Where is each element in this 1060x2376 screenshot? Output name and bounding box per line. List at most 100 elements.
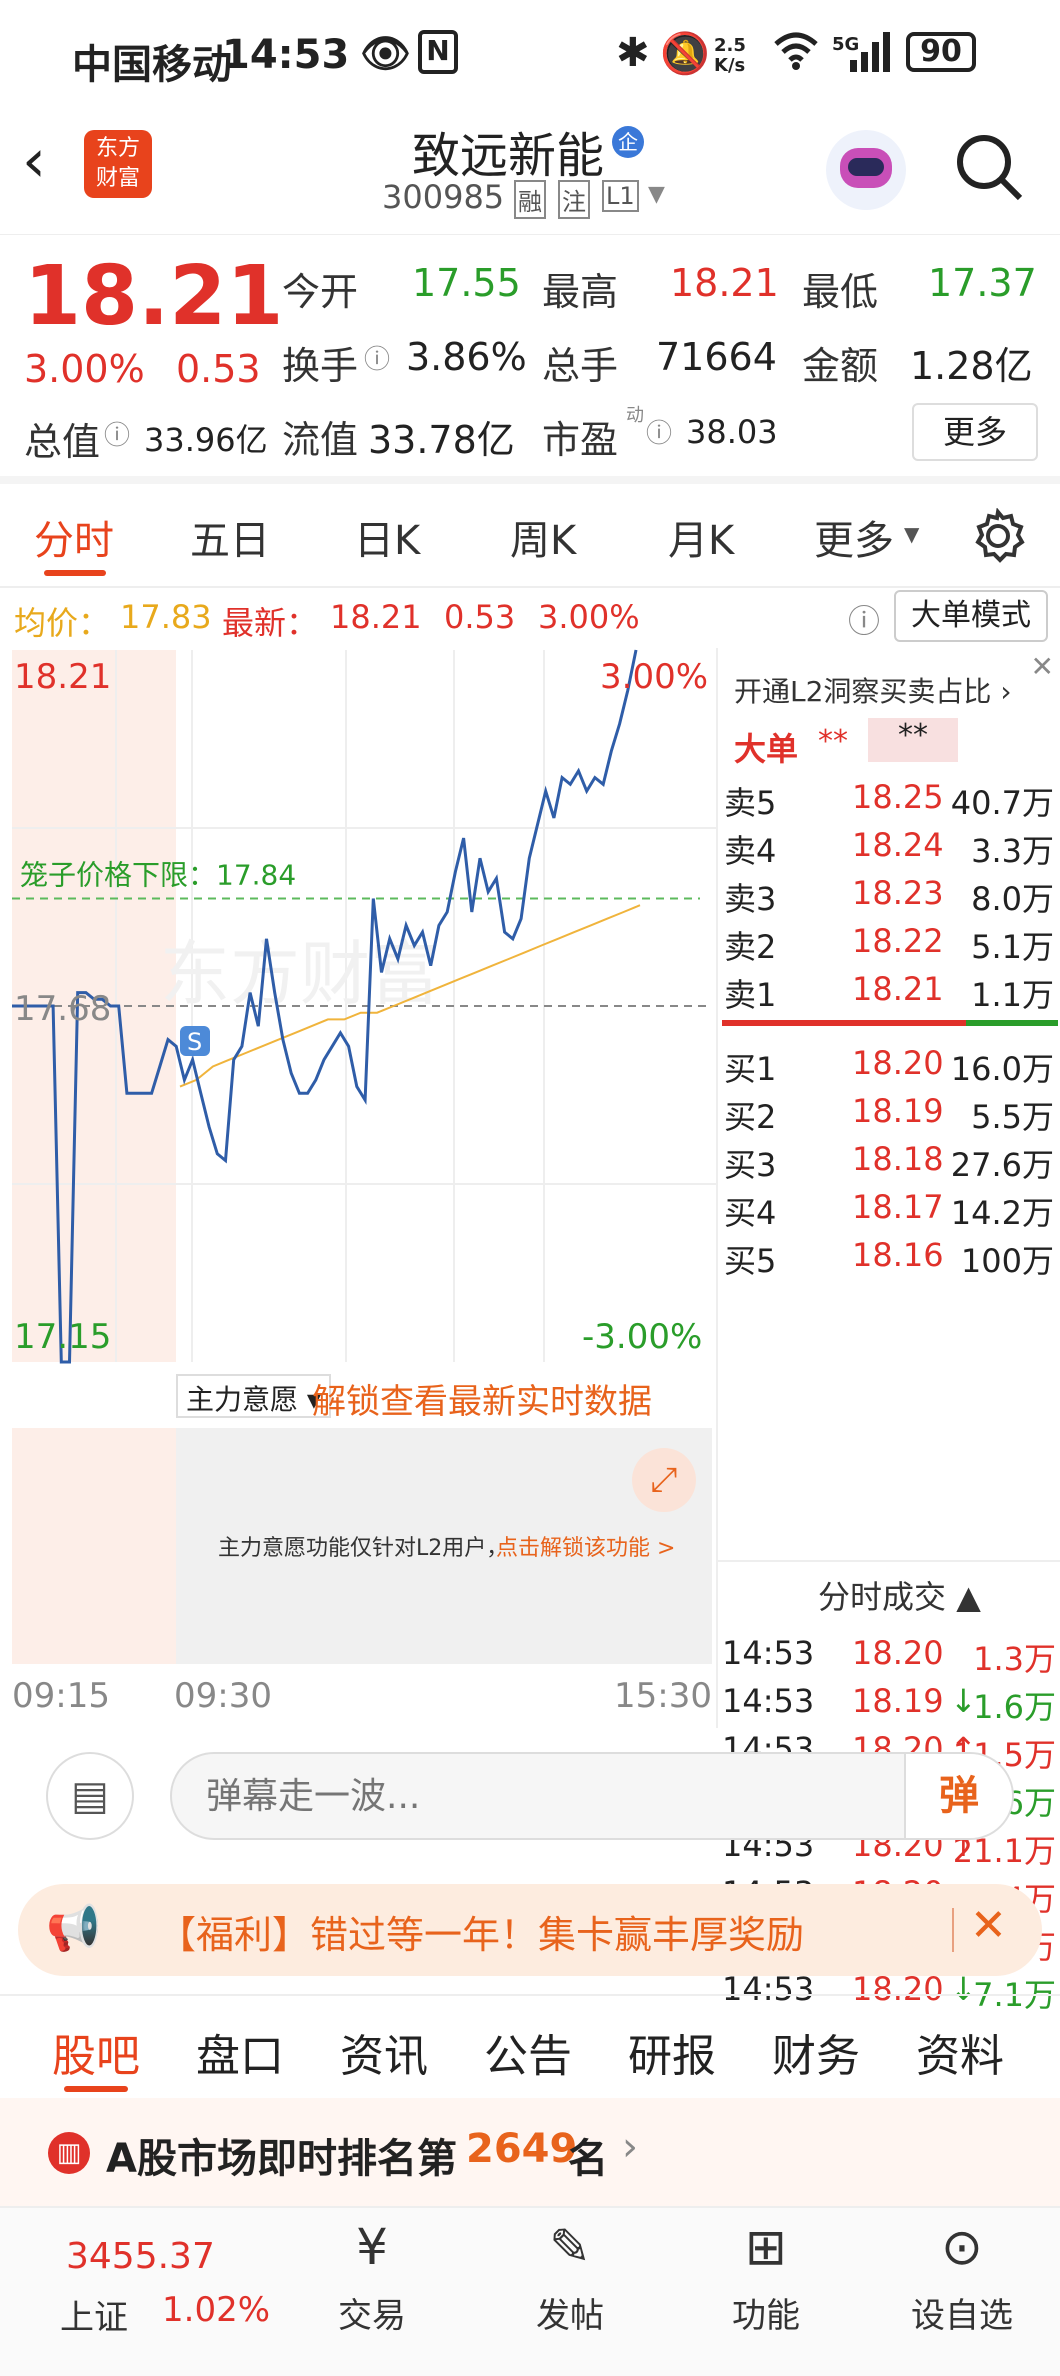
nav-post[interactable]: ✎ 发帖	[500, 2218, 640, 2337]
tab-research[interactable]: 研报	[628, 2020, 716, 2084]
ask-row[interactable]: 卖1 18.21 1.1万	[718, 966, 1060, 1014]
close-icon[interactable]: ✕	[1031, 650, 1054, 683]
info-icon[interactable]: ⓘ	[364, 339, 390, 376]
bottom-nav: 3455.37 上证 1.02% ¥ 交易 ✎ 发帖 ⊞ 功能 ⊙ 设自选	[0, 2206, 1060, 2376]
tab-profile[interactable]: 资料	[916, 2020, 1004, 2084]
trade-icon: ¥	[356, 2218, 388, 2276]
clock: 14:53	[222, 32, 350, 78]
ask-row[interactable]: 卖5 18.25 40.7万	[718, 774, 1060, 822]
speed-indicator: 2.5 K/s	[714, 35, 746, 76]
promo-banner[interactable]: 📢 【福利】错过等一年！集卡赢丰厚奖励 ✕	[18, 1884, 1042, 1976]
tick-time: 14:53	[722, 1682, 815, 1720]
l2-unlock-link[interactable]: 点击解锁该功能 >	[496, 1530, 675, 1562]
tick-row: 14:53 18.20 1.3万	[718, 1630, 1060, 1678]
more-button[interactable]: 更多	[912, 403, 1038, 461]
signal-icon	[848, 30, 892, 84]
tab-intraday[interactable]: 分时	[34, 508, 114, 566]
indicator-select[interactable]: 主力意愿 ▾	[176, 1374, 331, 1418]
ticks-title[interactable]: 分时成交 ▲	[818, 1572, 981, 1618]
danmu-input[interactable]	[206, 1768, 866, 1824]
close-icon[interactable]: ✕	[970, 1900, 1007, 1951]
ask-row[interactable]: 卖3 18.23 8.0万	[718, 870, 1060, 918]
back-button[interactable]: ‹	[22, 126, 46, 196]
banner-text: 【福利】错过等一年！集卡赢丰厚奖励	[158, 1913, 805, 1957]
search-icon[interactable]	[954, 132, 1024, 206]
rank-prefix: A股市场即时排名第	[106, 2136, 457, 2182]
index-name: 上证	[60, 2298, 128, 2338]
danmu-toolbar: ▤ 弹	[0, 1728, 1060, 1858]
avg-label: 均价：	[14, 604, 111, 642]
ask-price: 18.22	[852, 922, 944, 960]
y-max-label: 18.21	[14, 657, 111, 697]
nav-watchlist-settings[interactable]: ⊙ 设自选	[892, 2218, 1032, 2337]
tab-order-panel[interactable]: 盘口	[196, 2020, 284, 2084]
big-order-mode-button[interactable]: 大单模式	[894, 590, 1048, 642]
intraday-chart[interactable]: 东方财富 笼子价格下限：17.84 18.21 17.15 17.68 3.00…	[0, 648, 716, 1364]
ask-volume: 3.3万	[971, 832, 1054, 870]
gear-icon[interactable]	[970, 507, 1026, 568]
danmu-send-button[interactable]: 弹	[904, 1754, 1012, 1838]
rank-chart-icon: ▥	[48, 2132, 90, 2174]
amount-value: 1.28亿	[910, 344, 1033, 388]
bid-volume: 16.0万	[950, 1050, 1054, 1088]
tab-five-day[interactable]: 五日	[190, 508, 270, 566]
bid-level: 买4	[724, 1194, 777, 1232]
tick-row: 14:53 18.19 ↓ 1.6万	[718, 1678, 1060, 1726]
big-order-value-a: **	[818, 724, 848, 759]
danmu-input-box: 弹	[170, 1752, 1014, 1840]
ask-volume: 5.1万	[971, 928, 1054, 966]
index-ticker[interactable]: 3455.37 上证 1.02%	[60, 2228, 270, 2348]
rank-suffix: 名	[568, 2136, 608, 2182]
bid-volume: 14.2万	[950, 1194, 1054, 1232]
tab-more[interactable]: 更多	[814, 508, 894, 566]
tab-forum[interactable]: 股吧	[52, 2020, 140, 2084]
latest-value: 18.21	[330, 598, 422, 636]
ask-row[interactable]: 卖2 18.22 5.1万	[718, 918, 1060, 966]
cage-limit-label: 笼子价格下限：17.84	[20, 859, 296, 892]
level-tag[interactable]: L1	[602, 180, 639, 212]
bid-price: 18.20	[852, 1044, 944, 1082]
watermark: 东方财富	[160, 933, 440, 1015]
bid-row[interactable]: 买5 18.16 100万	[718, 1232, 1060, 1280]
chevron-down-icon[interactable]: ▼	[648, 182, 665, 207]
more-icon: ⊙	[941, 2218, 983, 2276]
bid-row[interactable]: 买4 18.17 14.2万	[718, 1184, 1060, 1232]
danmu-settings-icon[interactable]: ▤	[46, 1752, 134, 1840]
tab-news[interactable]: 资讯	[340, 2020, 428, 2084]
grid-icon: ⊞	[745, 2218, 787, 2276]
wifi-icon	[772, 28, 820, 82]
unlock-link[interactable]: 解锁查看最新实时数据	[312, 1374, 652, 1423]
bid-row[interactable]: 买2 18.19 5.5万	[718, 1088, 1060, 1136]
tab-weekly-k[interactable]: 周K	[510, 508, 576, 566]
help-icon[interactable]: ⓘ	[848, 596, 880, 642]
ask-row[interactable]: 卖4 18.24 3.3万	[718, 822, 1060, 870]
tab-announcements[interactable]: 公告	[484, 2020, 572, 2084]
amount-label: 金额	[802, 344, 879, 388]
tab-finance[interactable]: 财务	[772, 2020, 860, 2084]
mktcap-label: 总值	[24, 420, 101, 464]
turnover-value: 3.86%	[406, 335, 527, 379]
ask-level: 卖5	[724, 784, 777, 822]
tab-monthly-k[interactable]: 月K	[668, 508, 734, 566]
bid-row[interactable]: 买1 18.20 16.0万	[718, 1040, 1060, 1088]
sell-ratio-bar	[722, 1020, 966, 1026]
index-pct: 1.02%	[162, 2290, 271, 2330]
quote-panel: 18.21 3.00% 0.53 总值 ⓘ 33.96亿 今开 17.55 最高…	[0, 234, 1060, 484]
l2-promo-link[interactable]: 开通L2洞察买卖占比 ›	[734, 670, 1012, 710]
assistant-robot-icon[interactable]	[826, 130, 906, 210]
info-icon[interactable]: ⓘ	[104, 415, 130, 452]
pe-value: 38.03	[686, 413, 778, 451]
nav-functions[interactable]: ⊞ 功能	[696, 2218, 836, 2337]
ask-price: 18.23	[852, 874, 944, 912]
ask-price: 18.25	[852, 778, 944, 816]
market-rank-row[interactable]: ▥ A股市场即时排名第 2649 名 ›	[0, 2098, 1060, 2206]
nav-trade[interactable]: ¥ 交易	[302, 2218, 442, 2337]
info-icon[interactable]: ⓘ	[646, 413, 672, 450]
tab-daily-k[interactable]: 日K	[354, 508, 420, 566]
buy-ratio-bar	[966, 1020, 1058, 1026]
turnover-label: 换手	[282, 344, 359, 388]
chevron-down-icon[interactable]: ▼	[904, 522, 919, 546]
bid-volume: 100万	[960, 1242, 1054, 1280]
expand-icon[interactable]: ⤢	[632, 1448, 696, 1512]
bid-row[interactable]: 买3 18.18 27.6万	[718, 1136, 1060, 1184]
